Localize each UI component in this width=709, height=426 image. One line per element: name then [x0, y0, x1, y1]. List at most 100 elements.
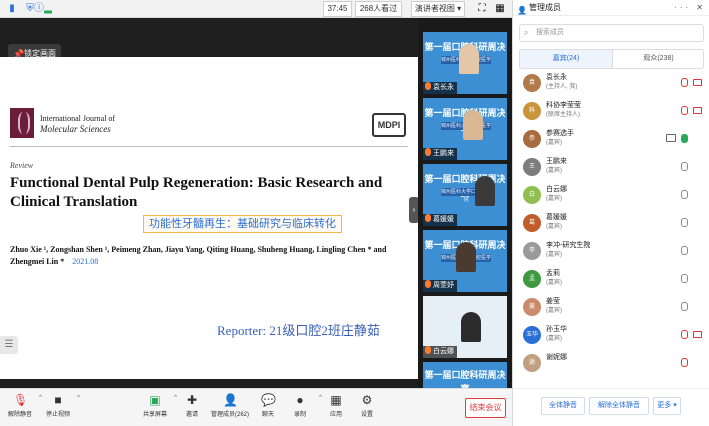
avatar: 姜 [523, 298, 541, 316]
member-list: 袁袁长永 (主持人, 我) 科科协李莹莹 (联席主持人) 参参赛选手 (嘉宾) 王王鹏来 (嘉… [513, 70, 709, 384]
avatar: 葛 [523, 214, 541, 232]
user-icon: 👤 [517, 6, 527, 15]
top-status-bar: ▮ ⛨ ⓘ ▂ 37:45 268人看过 演讲者视图 ▾ ⛶ ▦ [0, 0, 512, 18]
journal-line2: Molecular Sciences [40, 124, 111, 134]
gear-icon: ⚙ [361, 393, 373, 407]
slide-menu-icon[interactable]: ☰ [0, 336, 18, 354]
mic-icon[interactable] [681, 358, 688, 367]
meeting-timer: 37:45 [323, 1, 352, 17]
member-name: 参赛选手 [546, 130, 574, 137]
grid-icon[interactable]: ▦ [494, 3, 506, 15]
avatar: 科 [523, 102, 541, 120]
record-label: 录制 [293, 412, 306, 418]
member-name: 姜莹 [546, 298, 560, 305]
meeting-toolbar: 🎙 解除静音 ^ ■ 停止视频 ^ ▣ 共享屏幕 ^ ✚ 邀请 👤 管理成员(262) 💬 聊天 … [0, 388, 512, 426]
unmute-all-button[interactable]: 解除全体静音 [589, 397, 649, 415]
member-row[interactable]: 孟孟莉 (嘉宾) [513, 266, 709, 292]
invite-button[interactable]: ✚ 邀请 [172, 393, 212, 423]
camera-icon[interactable] [693, 79, 702, 86]
member-role: (主持人, 我) [546, 84, 578, 90]
member-row[interactable]: 姜姜莹 (嘉宾) [513, 294, 709, 320]
tile-name: 袁长永 [423, 82, 457, 94]
camera-icon[interactable] [693, 107, 702, 114]
member-role: (嘉宾) [546, 140, 562, 146]
video-tile[interactable]: 第一届口腔科研周决赛 锦州医科大学口腔医学院 王鹏来 [423, 98, 507, 160]
mic-icon[interactable] [681, 78, 688, 87]
stop-video-label: 停止视频 [45, 412, 70, 418]
tile-name: 王鹏来 [423, 148, 457, 160]
mic-icon[interactable] [681, 190, 688, 199]
tile-name-text: 王鹏来 [433, 150, 454, 157]
search-placeholder: 搜索成员 [536, 29, 564, 36]
tile-name: 白云娜 [423, 346, 457, 358]
share-screen-button[interactable]: ▣ 共享屏幕 ^ [135, 393, 177, 423]
avatar: 孟 [523, 270, 541, 288]
panel-title: 管理成员 [529, 3, 561, 12]
video-tile[interactable]: 第一届口腔科研周决赛 [423, 362, 507, 388]
participant-video [463, 110, 483, 140]
chat-icon: 💬 [261, 393, 276, 407]
tab-audience[interactable]: 观众(238) [612, 50, 703, 68]
invite-icon: ✚ [186, 393, 198, 407]
mic-icon[interactable] [681, 218, 688, 227]
member-row[interactable]: 科科协李莹莹 (联席主持人) [513, 98, 709, 124]
more-button[interactable]: 更多 ▾ [653, 397, 681, 415]
member-role: (联席主持人) [546, 112, 580, 118]
tile-banner: 第一届口腔科研周决赛 [424, 370, 506, 388]
chevron-up-icon[interactable]: ^ [77, 395, 80, 401]
mic-icon[interactable] [681, 330, 688, 339]
member-row[interactable]: 参参赛选手 (嘉宾) [513, 126, 709, 152]
member-role: (嘉宾) [546, 308, 562, 314]
stop-video-button[interactable]: ■ 停止视频 ^ [38, 393, 80, 423]
apps-icon: ▦ [330, 393, 342, 407]
unmute-button[interactable]: 🎙 解除静音 ^ [0, 393, 42, 423]
video-tile[interactable]: 第一届口腔科研周决赛 锦州医科大学口腔医学院 葛媛媛 [423, 164, 507, 226]
member-name: 谢妮娜 [546, 354, 567, 361]
chat-label: 聊天 [261, 412, 274, 418]
mic-icon[interactable] [681, 274, 688, 283]
member-name: 袁长永 [546, 74, 567, 81]
member-name: 科协李莹莹 [546, 102, 581, 109]
member-role: (嘉宾) [546, 168, 562, 174]
member-row[interactable]: 白白云娜 (嘉宾) [513, 182, 709, 208]
viewer-count[interactable]: 268人看过 [355, 1, 402, 17]
mic-icon[interactable] [681, 302, 688, 311]
mic-icon[interactable] [681, 134, 688, 143]
member-name: 孙玉华 [546, 326, 567, 333]
mic-icon[interactable] [681, 106, 688, 115]
mic-icon [425, 214, 431, 222]
tab-guests[interactable]: 嘉宾(24) [520, 50, 612, 68]
reporter-label: Reporter: 21级口腔2班庄静茹 [217, 323, 380, 338]
mute-all-button[interactable]: 全体静音 [541, 397, 585, 415]
member-row[interactable]: 玉华 孙玉华 (嘉宾) [513, 322, 709, 348]
manage-members-button[interactable]: 👤 管理成员(262) [208, 393, 252, 423]
video-tile[interactable]: 第一届口腔科研周决赛 锦州医科大学口腔医学院 袁长永 [423, 32, 507, 94]
window-controls[interactable]: ··· ✕ [674, 0, 706, 16]
end-meeting-button[interactable]: 结束会议 [465, 398, 506, 418]
member-search-input[interactable]: ⌕ 搜索成员 [519, 24, 704, 42]
video-tile[interactable]: 第一届口腔科研周决赛 锦州医科大学口腔医学院 周萱妤 [423, 230, 507, 292]
members-label: 管理成员(262) [210, 412, 249, 418]
view-mode-dropdown[interactable]: 演讲者视图 ▾ [411, 1, 465, 17]
mic-icon[interactable] [681, 246, 688, 255]
share-label: 共享屏幕 [142, 412, 167, 418]
mic-icon [425, 280, 431, 288]
member-role: (嘉宾) [546, 280, 562, 286]
avatar: 李 [523, 242, 541, 260]
signal-strength-icon[interactable]: ▂ [42, 3, 54, 15]
signal-bars-icon[interactable]: ▮ [6, 3, 18, 15]
camera-icon[interactable] [693, 331, 702, 338]
member-row[interactable]: 谢谢妮娜 [513, 350, 709, 376]
mic-icon[interactable] [681, 162, 688, 171]
tile-name-text: 葛媛媛 [433, 216, 454, 223]
settings-button[interactable]: ⚙ 设置 [347, 393, 387, 423]
member-row[interactable]: 袁袁长永 (主持人, 我) [513, 70, 709, 96]
video-tile[interactable]: 白云娜 [423, 296, 507, 358]
member-row[interactable]: 李李冲-研究生院 (嘉宾) [513, 238, 709, 264]
member-row[interactable]: 葛葛媛媛 (嘉宾) [513, 210, 709, 236]
fullscreen-icon[interactable]: ⛶ [476, 3, 488, 15]
mic-icon [425, 346, 431, 354]
apps-label: 应用 [329, 412, 342, 418]
member-row[interactable]: 王王鹏来 (嘉宾) [513, 154, 709, 180]
record-button[interactable]: ● 录制 ^ [280, 393, 322, 423]
